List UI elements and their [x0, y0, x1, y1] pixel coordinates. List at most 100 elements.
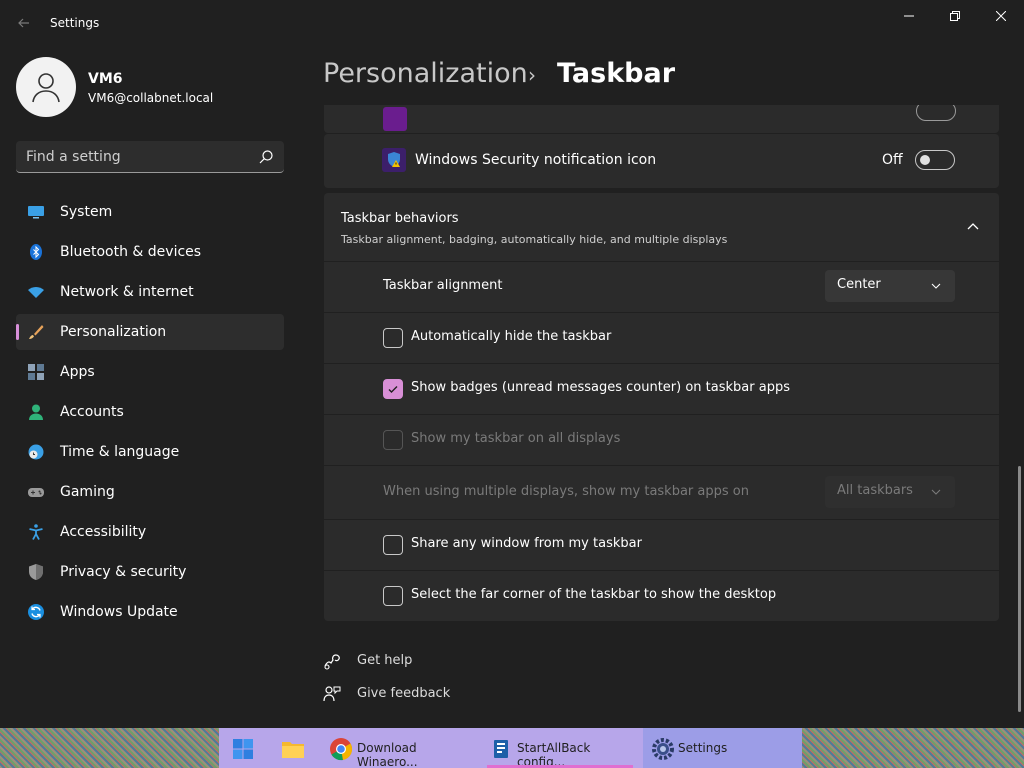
- sidebar-item-label: Network & internet: [60, 284, 194, 300]
- settings-content: Windows Security notification icon Off T…: [324, 105, 1000, 728]
- toggle-switch[interactable]: [916, 105, 956, 121]
- user-name: VM6: [88, 71, 123, 87]
- taskbar-startallback-label: StartAllBack config...: [517, 741, 591, 768]
- search-icon[interactable]: [258, 149, 274, 165]
- bluetooth-icon: [30, 244, 42, 260]
- sidebar-item-label: Accounts: [60, 404, 124, 420]
- windows-security-label: Windows Security notification icon: [415, 152, 657, 168]
- taskbar-alignment-label: Taskbar alignment: [383, 278, 503, 293]
- restore-button[interactable]: [932, 0, 978, 32]
- restore-icon: [950, 11, 960, 21]
- taskbar-chrome-label: Download Winaero...: [357, 741, 418, 768]
- far-corner-row: Select the far corner of the taskbar to …: [324, 571, 999, 621]
- start-button[interactable]: [219, 728, 265, 768]
- page-title: Taskbar: [557, 58, 676, 89]
- taskbar-behaviors-header[interactable]: Taskbar behaviors Taskbar alignment, bad…: [324, 193, 999, 261]
- sidebar-item-accounts[interactable]: Accounts: [16, 394, 284, 430]
- share-window-label: Share any window from my taskbar: [411, 536, 642, 551]
- breadcrumb-parent[interactable]: Personalization: [323, 58, 528, 89]
- sidebar-item-label: Accessibility: [60, 524, 147, 540]
- all-displays-checkbox: [383, 430, 403, 450]
- windows-security-icon: [382, 148, 406, 172]
- show-badges-row: Show badges (unread messages counter) on…: [324, 364, 999, 414]
- sidebar-item-apps[interactable]: Apps: [16, 354, 284, 390]
- windows-security-toggle[interactable]: [915, 150, 955, 170]
- account-icon: [29, 404, 43, 420]
- taskbar-file-explorer[interactable]: [273, 728, 319, 768]
- auto-hide-checkbox[interactable]: [383, 328, 403, 348]
- help-icon: [324, 654, 340, 670]
- sidebar-item-label: System: [60, 204, 113, 220]
- startallback-icon: [494, 740, 508, 758]
- taskbar-chrome[interactable]: Download Winaero...: [323, 728, 473, 768]
- show-badges-label: Show badges (unread messages counter) on…: [411, 380, 790, 395]
- sidebar-item-accessibility[interactable]: Accessibility: [16, 514, 284, 550]
- give-feedback-text: Give feedback: [357, 686, 451, 701]
- brush-icon: [29, 325, 44, 339]
- multiple-displays-row: When using multiple displays, show my ta…: [324, 466, 999, 519]
- sidebar-item-bluetooth[interactable]: Bluetooth & devices: [16, 234, 284, 270]
- taskbar-alignment-row: Taskbar alignment Center: [324, 262, 999, 312]
- chrome-icon: [330, 738, 353, 761]
- sidebar-item-label: Apps: [60, 364, 95, 380]
- sidebar-item-personalization[interactable]: Personalization: [16, 314, 284, 350]
- sidebar-item-label: Windows Update: [60, 604, 178, 620]
- checkmark-icon: [388, 386, 398, 393]
- sidebar-item-system[interactable]: System: [16, 194, 284, 230]
- search-input[interactable]: [26, 141, 246, 172]
- apps-icon: [28, 364, 44, 380]
- sidebar-item-label: Personalization: [60, 324, 167, 340]
- windows-logo-icon: [233, 739, 253, 759]
- avatar[interactable]: [16, 57, 76, 117]
- sidebar-item-label: Time & language: [60, 444, 180, 460]
- sidebar-item-gaming[interactable]: Gaming: [16, 474, 284, 510]
- dropdown-value: All taskbars: [837, 483, 913, 498]
- section-title: Taskbar behaviors: [341, 211, 459, 226]
- app-icon: [383, 107, 407, 131]
- partially-visible-row: [324, 105, 999, 133]
- give-feedback-link[interactable]: Give feedback: [323, 683, 523, 707]
- share-window-checkbox[interactable]: [383, 535, 403, 555]
- taskbar-startallback[interactable]: StartAllBack config...: [487, 728, 633, 768]
- multiple-displays-label: When using multiple displays, show my ta…: [383, 484, 749, 499]
- accessibility-icon: [29, 524, 43, 540]
- taskbar-settings-label: Settings: [678, 741, 728, 755]
- far-corner-checkbox[interactable]: [383, 586, 403, 606]
- show-badges-checkbox[interactable]: [383, 379, 403, 399]
- auto-hide-row: Automatically hide the taskbar: [324, 313, 999, 363]
- taskbar-settings[interactable]: Settings: [643, 728, 802, 768]
- search-box: [16, 141, 284, 173]
- get-help-link[interactable]: Get help: [323, 650, 523, 674]
- sidebar-item-privacy-security[interactable]: Privacy & security: [16, 554, 284, 590]
- scrollbar-thumb[interactable]: [1018, 466, 1021, 712]
- taskbar-center: Download Winaero... StartAllBack config.…: [219, 728, 802, 768]
- sidebar-item-windows-update[interactable]: Windows Update: [16, 594, 284, 630]
- user-icon: [32, 73, 60, 103]
- get-help-text: Get help: [357, 653, 413, 668]
- sidebar-item-label: Bluetooth & devices: [60, 244, 202, 260]
- taskbar: Download Winaero... StartAllBack config.…: [0, 728, 1024, 768]
- sidebar-nav: System Bluetooth & devices Network & int…: [16, 194, 284, 634]
- globe-clock-icon: [28, 444, 44, 460]
- sidebar-item-network[interactable]: Network & internet: [16, 274, 284, 310]
- update-icon: [28, 604, 44, 620]
- monitor-icon: [28, 206, 44, 219]
- chevron-up-icon[interactable]: [966, 221, 980, 231]
- taskbar-alignment-dropdown[interactable]: Center: [825, 270, 955, 302]
- gear-icon: [652, 738, 674, 760]
- back-button[interactable]: [10, 12, 38, 36]
- minimize-button[interactable]: [886, 0, 932, 32]
- shield-icon: [29, 564, 43, 580]
- chevron-down-icon: [931, 283, 941, 289]
- app-title: Settings: [50, 16, 100, 30]
- chevron-down-icon: [931, 489, 941, 495]
- far-corner-label: Select the far corner of the taskbar to …: [411, 587, 777, 602]
- title-bar: Settings: [0, 0, 1024, 48]
- gamepad-icon: [28, 488, 44, 497]
- all-displays-row: Show my taskbar on all displays: [324, 415, 999, 465]
- sidebar-item-label: Privacy & security: [60, 564, 187, 580]
- share-window-row: Share any window from my taskbar: [324, 520, 999, 570]
- close-button[interactable]: [978, 0, 1024, 32]
- feedback-icon: [323, 686, 341, 702]
- sidebar-item-time-language[interactable]: Time & language: [16, 434, 284, 470]
